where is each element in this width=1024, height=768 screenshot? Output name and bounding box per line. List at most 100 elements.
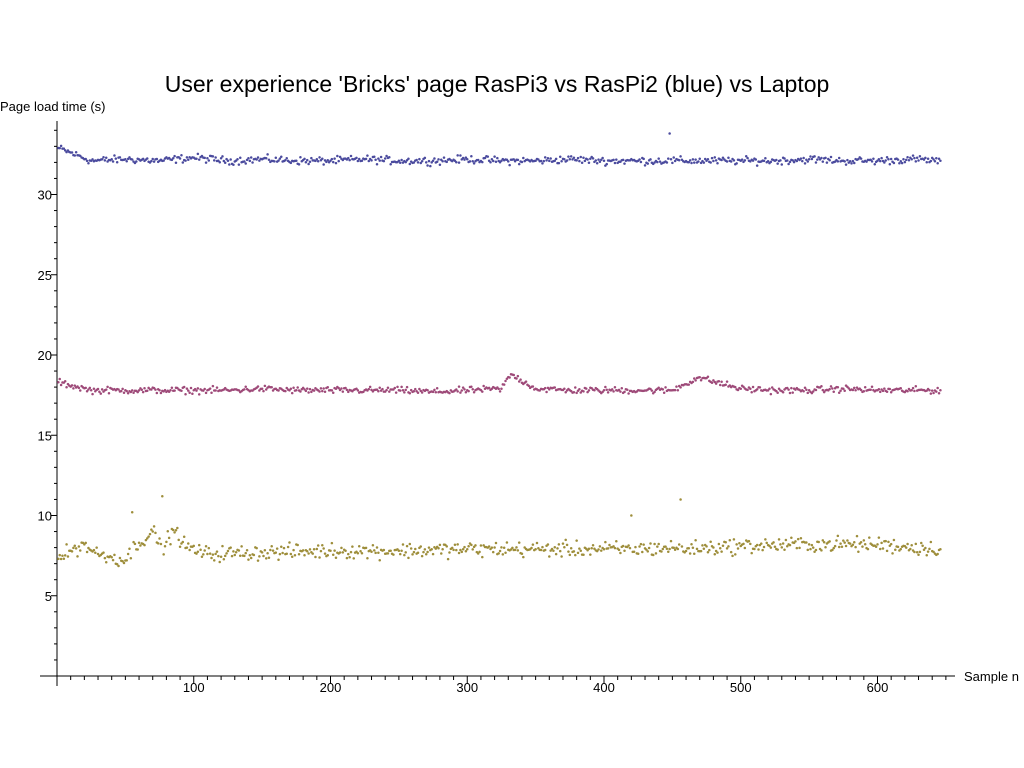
data-point [926, 550, 930, 553]
data-point [649, 542, 652, 545]
data-point [341, 551, 345, 554]
data-point [598, 545, 602, 548]
data-point [612, 390, 615, 393]
data-point [832, 390, 835, 394]
data-point [828, 387, 831, 391]
data-point [732, 538, 736, 541]
data-point [100, 388, 104, 391]
data-point [236, 157, 239, 161]
data-point [743, 546, 747, 550]
data-point [647, 546, 651, 550]
data-point [308, 548, 312, 551]
data-point [504, 551, 507, 554]
data-point [814, 548, 818, 552]
data-point [688, 552, 692, 555]
data-point [863, 543, 867, 546]
data-point [626, 388, 629, 391]
data-point [318, 390, 321, 393]
data-point [716, 551, 719, 554]
data-point [214, 552, 217, 556]
data-point [762, 159, 766, 163]
data-point [779, 159, 782, 162]
data-point [334, 556, 338, 560]
data-point [213, 559, 216, 562]
data-point [642, 543, 645, 546]
data-point [289, 552, 293, 556]
data-point [322, 387, 325, 390]
x-tick-label: 400 [593, 680, 615, 695]
data-point [593, 389, 596, 392]
data-point [330, 541, 334, 545]
data-point [104, 388, 108, 391]
data-point [936, 386, 939, 390]
data-point [687, 547, 691, 550]
data-point [595, 162, 599, 165]
data-point [378, 159, 381, 162]
data-point [712, 159, 715, 163]
data-point [732, 159, 736, 162]
data-point [315, 157, 319, 161]
data-point [862, 390, 866, 393]
data-point [665, 161, 669, 164]
data-point [258, 555, 261, 558]
data-point [431, 390, 435, 394]
data-point [471, 388, 474, 391]
data-point [457, 551, 461, 555]
data-point [662, 391, 666, 394]
data-point [873, 163, 877, 166]
data-point [388, 155, 391, 159]
data-point [333, 549, 336, 552]
data-point [693, 161, 696, 164]
x-axis-label: Sample n [964, 669, 1019, 684]
data-point [650, 389, 654, 392]
data-point [872, 157, 875, 161]
data-point [887, 158, 890, 161]
data-point [203, 156, 206, 160]
data-point [297, 163, 301, 166]
data-point [286, 545, 290, 549]
data-point [182, 385, 186, 389]
data-point [673, 388, 677, 392]
data-point [734, 553, 737, 556]
data-point [848, 542, 852, 545]
data-point [605, 388, 608, 391]
data-point [764, 538, 767, 541]
data-point [705, 545, 708, 548]
data-point [63, 379, 67, 383]
data-point [576, 156, 580, 160]
data-point [613, 161, 617, 165]
data-point [676, 547, 680, 551]
data-point [460, 550, 464, 554]
data-point [117, 388, 120, 391]
data-point [457, 161, 461, 164]
data-point [853, 386, 856, 390]
y-tick-label: 10 [38, 509, 52, 524]
data-point [807, 157, 811, 161]
data-point [545, 159, 548, 162]
data-point [888, 387, 892, 391]
data-point [435, 160, 439, 163]
data-point [481, 390, 484, 393]
data-point [490, 546, 494, 549]
data-point [124, 157, 127, 161]
data-point [675, 385, 678, 388]
data-point [888, 162, 892, 166]
data-point [111, 160, 115, 163]
data-point [233, 553, 237, 557]
data-point [211, 384, 215, 388]
data-point [472, 391, 476, 394]
data-point [59, 144, 63, 148]
data-point [837, 545, 841, 549]
data-point [505, 541, 509, 544]
data-point [935, 390, 938, 393]
data-point [918, 550, 922, 554]
y-tick-label: 20 [38, 348, 52, 363]
data-point [936, 162, 939, 165]
data-point [481, 160, 484, 164]
data-point [557, 161, 561, 165]
data-point [156, 542, 160, 545]
data-point [289, 387, 293, 391]
data-point [467, 544, 470, 548]
data-point [661, 388, 665, 391]
data-point [677, 543, 681, 546]
